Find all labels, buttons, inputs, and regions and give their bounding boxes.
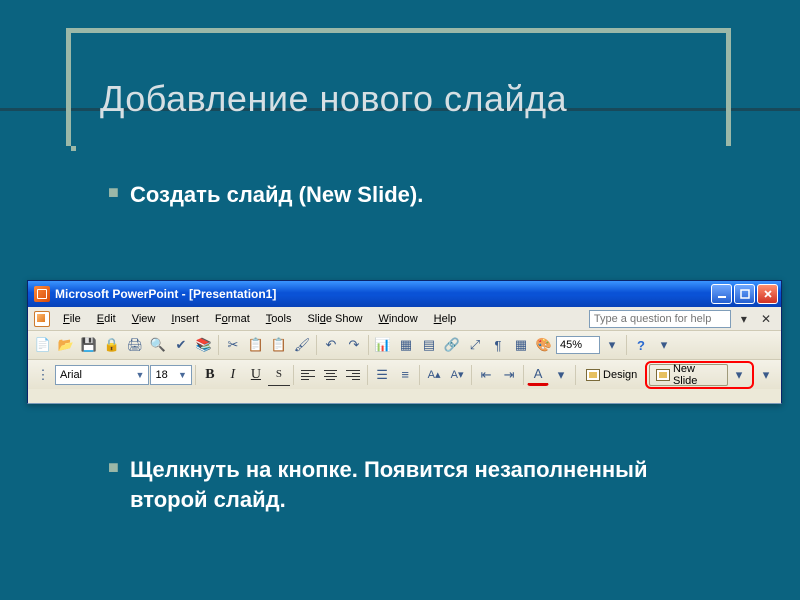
hyperlink-icon[interactable]: 🔗 bbox=[441, 334, 463, 356]
zoom-dropdown-icon[interactable]: ▾ bbox=[601, 334, 623, 356]
print-icon[interactable]: 🖨 bbox=[124, 334, 146, 356]
align-center-button[interactable] bbox=[320, 364, 342, 386]
bullet-item: ■ Щелкнуть на кнопке. Появится незаполне… bbox=[130, 455, 690, 514]
powerpoint-icon bbox=[34, 286, 50, 302]
undo-icon[interactable]: ↶ bbox=[320, 334, 342, 356]
bullet-icon: ■ bbox=[108, 182, 119, 203]
menu-edit[interactable]: Edit bbox=[90, 311, 123, 327]
research-icon[interactable]: 📚 bbox=[193, 334, 215, 356]
expand-icon[interactable]: ⤢ bbox=[464, 334, 486, 356]
permission-icon[interactable]: 🔒 bbox=[101, 334, 123, 356]
formatting-toolbar: ⋮ Arial ▼ 18 ▼ B I U S ☰ ≡ A▴ A▾ ⇤ ⇥ A ▾ bbox=[28, 360, 781, 389]
new-slide-callout: New Slide ▾ bbox=[645, 361, 754, 389]
font-name: Arial bbox=[60, 369, 82, 381]
new-icon[interactable]: 📄 bbox=[32, 334, 54, 356]
increase-font-icon[interactable]: A▴ bbox=[423, 364, 445, 386]
zoom-combo[interactable] bbox=[556, 336, 600, 354]
chart-icon[interactable]: 📊 bbox=[372, 334, 394, 356]
shadow-button[interactable]: S bbox=[268, 364, 290, 386]
separator bbox=[293, 365, 294, 385]
dropdown-icon: ▼ bbox=[178, 370, 187, 380]
window-title: Microsoft PowerPoint - [Presentation1] bbox=[55, 287, 276, 301]
menu-window[interactable]: Window bbox=[372, 311, 425, 327]
paste-icon[interactable]: 📋 bbox=[268, 334, 290, 356]
font-size: 18 bbox=[155, 369, 167, 381]
separator bbox=[575, 365, 576, 385]
new-slide-dropdown-icon[interactable]: ▾ bbox=[728, 364, 750, 386]
toolbar-options-icon[interactable]: ▾ bbox=[653, 334, 675, 356]
open-icon[interactable]: 📂 bbox=[55, 334, 77, 356]
powerpoint-window: Microsoft PowerPoint - [Presentation1] F… bbox=[27, 280, 782, 404]
align-right-button[interactable] bbox=[342, 364, 364, 386]
menu-tools[interactable]: Tools bbox=[259, 311, 299, 327]
decrease-indent-icon[interactable]: ⇤ bbox=[475, 364, 497, 386]
bullet-icon: ■ bbox=[108, 457, 119, 478]
bullet-text: Щелкнуть на кнопке. Появится незаполненн… bbox=[130, 455, 690, 514]
design-label: Design bbox=[603, 369, 637, 381]
standard-toolbar: 📄 📂 💾 🔒 🖨 🔍 ✔ 📚 ✂ 📋 📋 🖌 ↶ ↷ 📊 ▦ ▤ 🔗 ⤢ ¶ … bbox=[28, 331, 781, 360]
copy-icon[interactable]: 📋 bbox=[245, 334, 267, 356]
minimize-button[interactable] bbox=[711, 284, 732, 304]
separator bbox=[523, 365, 524, 385]
tables-borders-icon[interactable]: ▤ bbox=[418, 334, 440, 356]
decrease-font-icon[interactable]: A▾ bbox=[446, 364, 468, 386]
italic-button[interactable]: I bbox=[222, 364, 244, 386]
menu-slideshow[interactable]: Slide Show bbox=[300, 311, 369, 327]
preview-icon[interactable]: 🔍 bbox=[147, 334, 169, 356]
new-slide-label: New Slide bbox=[673, 363, 721, 387]
doc-close-button[interactable]: ✕ bbox=[757, 312, 775, 326]
underline-button[interactable]: U bbox=[245, 364, 267, 386]
spellcheck-icon[interactable]: ✔ bbox=[170, 334, 192, 356]
help-icon[interactable]: ? bbox=[630, 334, 652, 356]
close-button[interactable] bbox=[757, 284, 778, 304]
bullet-text: Создать слайд (New Slide). bbox=[130, 180, 423, 210]
separator bbox=[419, 365, 420, 385]
titlebar: Microsoft PowerPoint - [Presentation1] bbox=[28, 281, 781, 307]
toolbar-grip-icon[interactable]: ⋮ bbox=[32, 364, 54, 386]
toolbar-options-icon[interactable]: ▾ bbox=[755, 364, 777, 386]
show-formatting-icon[interactable]: ¶ bbox=[487, 334, 509, 356]
design-icon bbox=[586, 369, 600, 381]
color-icon[interactable]: 🎨 bbox=[533, 334, 555, 356]
menu-file[interactable]: File bbox=[56, 311, 88, 327]
slide-title: Добавление нового слайда bbox=[100, 78, 567, 120]
menubar: File Edit View Insert Format Tools Slide… bbox=[28, 307, 781, 331]
new-slide-icon bbox=[656, 369, 670, 381]
bold-button[interactable]: B bbox=[199, 364, 221, 386]
separator bbox=[218, 335, 219, 355]
help-dropdown-icon[interactable]: ▾ bbox=[737, 312, 751, 326]
design-button[interactable]: Design bbox=[579, 364, 644, 386]
numbering-icon[interactable]: ☰ bbox=[371, 364, 393, 386]
menu-help[interactable]: Help bbox=[427, 311, 464, 327]
align-left-button[interactable] bbox=[297, 364, 319, 386]
menu-format[interactable]: Format bbox=[208, 311, 257, 327]
font-color-icon[interactable]: A bbox=[527, 364, 549, 386]
bullet-item: ■ Создать слайд (New Slide). bbox=[130, 180, 423, 210]
separator bbox=[368, 335, 369, 355]
font-combo[interactable]: Arial ▼ bbox=[55, 365, 149, 385]
cut-icon[interactable]: ✂ bbox=[222, 334, 244, 356]
help-search-input[interactable] bbox=[589, 310, 731, 328]
separator bbox=[316, 335, 317, 355]
menu-insert[interactable]: Insert bbox=[164, 311, 206, 327]
separator bbox=[471, 365, 472, 385]
new-slide-button[interactable]: New Slide bbox=[649, 364, 728, 386]
save-icon[interactable]: 💾 bbox=[78, 334, 100, 356]
separator bbox=[626, 335, 627, 355]
table-icon[interactable]: ▦ bbox=[395, 334, 417, 356]
maximize-button[interactable] bbox=[734, 284, 755, 304]
font-color-dropdown-icon[interactable]: ▾ bbox=[550, 364, 572, 386]
increase-indent-icon[interactable]: ⇥ bbox=[498, 364, 520, 386]
bullets-icon[interactable]: ≡ bbox=[394, 364, 416, 386]
dropdown-icon: ▼ bbox=[136, 370, 145, 380]
menu-view[interactable]: View bbox=[125, 311, 163, 327]
separator bbox=[367, 365, 368, 385]
separator bbox=[195, 365, 196, 385]
font-size-combo[interactable]: 18 ▼ bbox=[150, 365, 191, 385]
format-painter-icon[interactable]: 🖌 bbox=[291, 334, 313, 356]
document-icon[interactable] bbox=[34, 311, 50, 327]
redo-icon[interactable]: ↷ bbox=[343, 334, 365, 356]
grid-icon[interactable]: ▦ bbox=[510, 334, 532, 356]
